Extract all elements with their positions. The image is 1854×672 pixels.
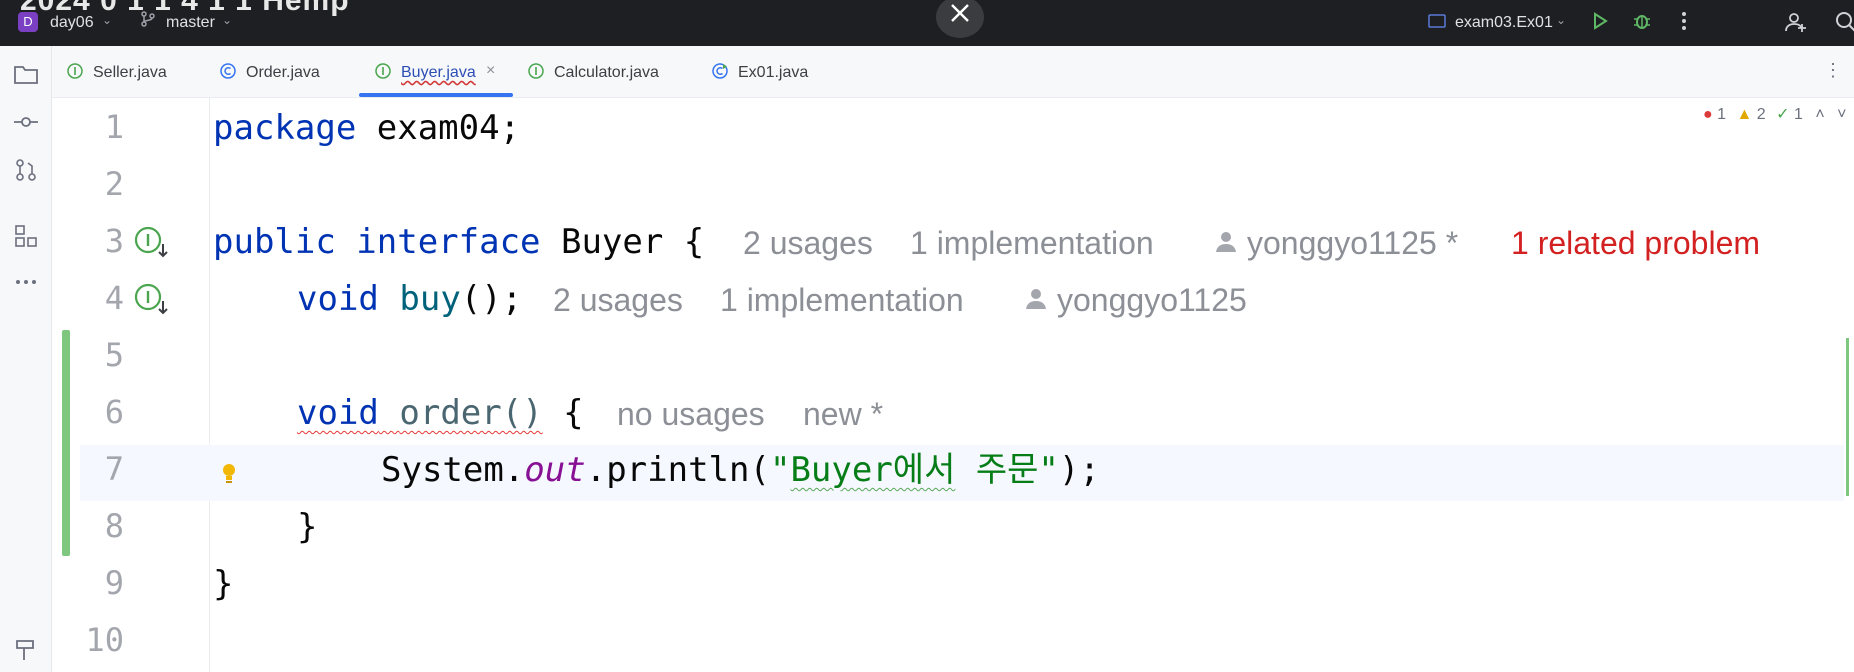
project-name[interactable]: day06 xyxy=(50,14,94,32)
chevron-up-icon[interactable]: ˄ xyxy=(1815,106,1824,123)
tab-label: Order.java xyxy=(246,64,320,81)
chevron-down-icon[interactable]: ⌄ xyxy=(102,13,112,27)
keyword: package xyxy=(213,108,357,148)
usages-hint[interactable]: 2 usages xyxy=(553,280,683,320)
close-tab-icon[interactable]: × xyxy=(486,62,495,80)
code-text: (); xyxy=(460,279,523,319)
author-hint[interactable]: yonggyo1125 xyxy=(1057,280,1247,320)
person-icon xyxy=(1216,232,1236,252)
structure-icon[interactable] xyxy=(12,222,40,250)
close-icon xyxy=(951,4,969,22)
keyword: public interface xyxy=(213,222,541,262)
field-name: out xyxy=(524,450,586,490)
code-text: { xyxy=(542,393,584,433)
person-icon xyxy=(1026,289,1046,309)
tab-label: Buyer.java xyxy=(401,64,476,81)
line-number: 2 xyxy=(104,165,124,203)
tab-label: Seller.java xyxy=(93,64,167,81)
related-problem-hint[interactable]: 1 related problem xyxy=(1511,223,1760,263)
line-number: 3 xyxy=(104,222,124,260)
line-number: 6 xyxy=(104,393,124,431)
usages-hint[interactable]: no usages xyxy=(617,394,765,434)
close-button[interactable] xyxy=(936,0,984,38)
tab-label: Calculator.java xyxy=(554,64,659,81)
title-bar: 2024 0 1 1 4 1 1 Hemp D day06 ⌄ master ⌄… xyxy=(0,0,1854,46)
code-line-6[interactable]: void order() { xyxy=(297,393,584,433)
line-number: 1 xyxy=(104,108,124,146)
run-icon[interactable] xyxy=(1590,11,1610,36)
pull-request-icon[interactable] xyxy=(12,156,40,184)
chevron-down-icon[interactable]: ⌄ xyxy=(1556,13,1566,27)
implementation-hint[interactable]: 1 implementation xyxy=(910,223,1154,263)
line-number: 10 xyxy=(85,621,124,659)
keyword: void xyxy=(297,393,379,433)
author-hint[interactable]: yonggyo1125 * xyxy=(1247,223,1458,263)
usages-hint[interactable]: 2 usages xyxy=(743,223,873,263)
author-hint[interactable]: new * xyxy=(803,394,883,434)
chevron-down-icon[interactable]: ⌄ xyxy=(222,13,232,27)
lightbulb-icon[interactable] xyxy=(219,461,239,485)
code-line-9[interactable]: } xyxy=(213,564,233,604)
interface-icon xyxy=(528,63,544,79)
build-hammer-icon[interactable] xyxy=(12,636,40,664)
run-config-name[interactable]: exam03.Ex01 xyxy=(1455,14,1553,32)
code-line-3[interactable]: public interface Buyer { xyxy=(213,222,704,262)
code-text: Buyer { xyxy=(540,222,705,262)
line-number: 7 xyxy=(104,450,124,488)
line-number: 5 xyxy=(104,336,124,374)
project-badge[interactable]: D xyxy=(18,12,38,32)
line-number: 8 xyxy=(104,507,124,545)
error-icon: ● xyxy=(1703,106,1713,123)
add-user-icon[interactable] xyxy=(1784,10,1808,39)
run-config-icon[interactable] xyxy=(1428,12,1446,35)
tool-window-strip xyxy=(0,46,52,672)
warning-count: 2 xyxy=(1756,106,1766,123)
string-literal: 주문" xyxy=(955,450,1059,490)
implemented-interface-icon[interactable] xyxy=(134,226,168,260)
code-text: ); xyxy=(1058,450,1100,490)
code-line-4[interactable]: void buy(); xyxy=(297,279,522,319)
code-text: exam04; xyxy=(356,108,521,148)
line-number: 4 xyxy=(104,279,124,317)
branch-icon[interactable] xyxy=(139,10,157,33)
class-icon xyxy=(220,63,236,79)
branch-name[interactable]: master xyxy=(166,14,215,32)
check-icon: ✓ xyxy=(1776,106,1790,123)
interface-icon xyxy=(375,63,391,79)
editor-tab-bar: Seller.java Order.java Buyer.java × Calc… xyxy=(52,46,1854,98)
ok-count: 1 xyxy=(1794,106,1803,123)
folder-icon[interactable] xyxy=(12,60,40,88)
implementation-hint[interactable]: 1 implementation xyxy=(720,280,964,320)
interface-icon xyxy=(67,63,83,79)
warning-icon: ▲ xyxy=(1736,106,1753,123)
string-literal: " xyxy=(769,450,791,490)
code-text: .println( xyxy=(585,450,770,490)
more-vertical-icon[interactable]: ⋮ xyxy=(1824,60,1842,81)
keyword: void xyxy=(297,279,379,319)
code-text: System. xyxy=(381,450,525,490)
tab-label: Ex01.java xyxy=(738,64,809,81)
search-icon[interactable] xyxy=(1834,10,1854,39)
method-name: order() xyxy=(399,393,543,433)
runnable-class-icon xyxy=(712,63,728,79)
inspection-widget[interactable]: ● 1 ▲ 2 ✓ 1 ˄ ˅ xyxy=(1703,104,1847,124)
more-horizontal-icon[interactable] xyxy=(12,268,40,296)
more-vertical-icon[interactable] xyxy=(1680,10,1688,37)
method-name: buy xyxy=(399,279,461,319)
code-line-8[interactable]: } xyxy=(297,507,317,547)
chevron-down-icon[interactable]: ˅ xyxy=(1837,106,1846,123)
debug-icon[interactable] xyxy=(1632,11,1652,36)
error-count: 1 xyxy=(1717,106,1727,123)
code-line-1[interactable]: package exam04; xyxy=(213,108,520,148)
gutter-separator xyxy=(209,98,210,672)
scrollbar-change-marker[interactable] xyxy=(1846,338,1849,496)
implemented-method-icon[interactable] xyxy=(134,283,168,317)
string-literal: Buyer에서 xyxy=(790,450,956,490)
code-line-7[interactable]: System.out.println("Buyer에서 주문"); xyxy=(381,450,1100,490)
commit-icon[interactable] xyxy=(12,108,40,136)
line-number: 9 xyxy=(104,564,124,602)
active-tab-indicator xyxy=(359,93,513,97)
